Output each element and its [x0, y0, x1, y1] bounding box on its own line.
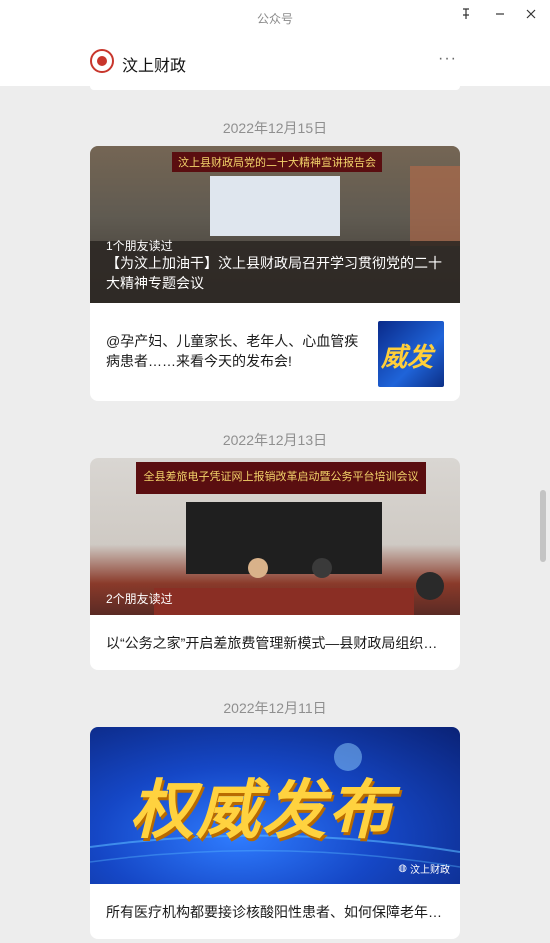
account-name[interactable]: 汶上财政 [122, 52, 186, 76]
window-titlebar: 公众号 [0, 0, 550, 36]
watermark: ◍ 汶上财政 [398, 861, 450, 876]
article-cover[interactable]: 权威发布 ◍ 汶上财政 [90, 727, 460, 884]
article-title[interactable]: 【为汶上加油干】汶上县财政局召开学习贯彻党的二十大精神专题会议 [106, 253, 450, 293]
cover-title: 权威发布 [130, 774, 394, 846]
banner-text: 汶上县财政局党的二十大精神宣讲报告会 [178, 157, 376, 169]
thumbnail-text: 威发 [381, 342, 434, 372]
sub-article-thumbnail[interactable]: 威发 [378, 321, 444, 387]
watermark-text: 汶上财政 [410, 865, 450, 876]
article-feed: 2022年12月15日 汶上县财政局党的二十大精神宣讲报告会 1个朋友读过 【为… [0, 86, 538, 943]
article-cover[interactable]: 汶上县财政局党的二十大精神宣讲报告会 1个朋友读过 【为汶上加油干】汶上县财政局… [90, 146, 460, 303]
pin-icon[interactable] [452, 4, 480, 24]
account-header: 汶上财政 ··· [0, 36, 550, 86]
sub-article[interactable]: @孕产妇、儿童家长、老年人、心血管疾病患者……来看今天的发布会! 威发 [90, 303, 460, 401]
date-label: 2022年12月11日 [223, 700, 327, 716]
article-card: 权威发布 ◍ 汶上财政 所有医疗机构都要接诊核酸阳性患者、如何保障老年… [90, 727, 460, 939]
scrollbar-thumb[interactable] [540, 490, 546, 562]
friends-read-badge: 1个朋友读过 [106, 239, 173, 253]
account-logo[interactable] [90, 49, 114, 73]
more-options-icon[interactable]: ··· [438, 50, 457, 68]
article-card: 汶上县财政局党的二十大精神宣讲报告会 1个朋友读过 【为汶上加油干】汶上县财政局… [90, 146, 460, 401]
previous-card [90, 86, 460, 90]
article-title[interactable]: 以“公务之家”开启差旅费管理新模式—县财政局组织… [90, 615, 460, 669]
article-card: 全县差旅电子凭证网上报销改革启动暨公务平台培训会议 2个朋友读过 以“公务之家”… [90, 458, 460, 670]
friends-read-badge: 2个朋友读过 [106, 592, 173, 606]
date-label: 2022年12月13日 [222, 432, 328, 448]
article-title[interactable]: 所有医疗机构都要接诊核酸阳性患者、如何保障老年… [90, 884, 460, 938]
date-label: 2022年12月15日 [222, 120, 328, 136]
article-cover[interactable]: 全县差旅电子凭证网上报销改革启动暨公务平台培训会议 2个朋友读过 [90, 458, 460, 615]
wechat-icon: ◍ [398, 863, 407, 874]
minimize-icon[interactable] [486, 4, 514, 24]
sub-article-title[interactable]: @孕产妇、儿童家长、老年人、心血管疾病患者……来看今天的发布会! [106, 331, 372, 371]
banner-text: 全县差旅电子凭证网上报销改革启动暨公务平台培训会议 [143, 471, 419, 483]
close-icon[interactable] [517, 4, 545, 24]
